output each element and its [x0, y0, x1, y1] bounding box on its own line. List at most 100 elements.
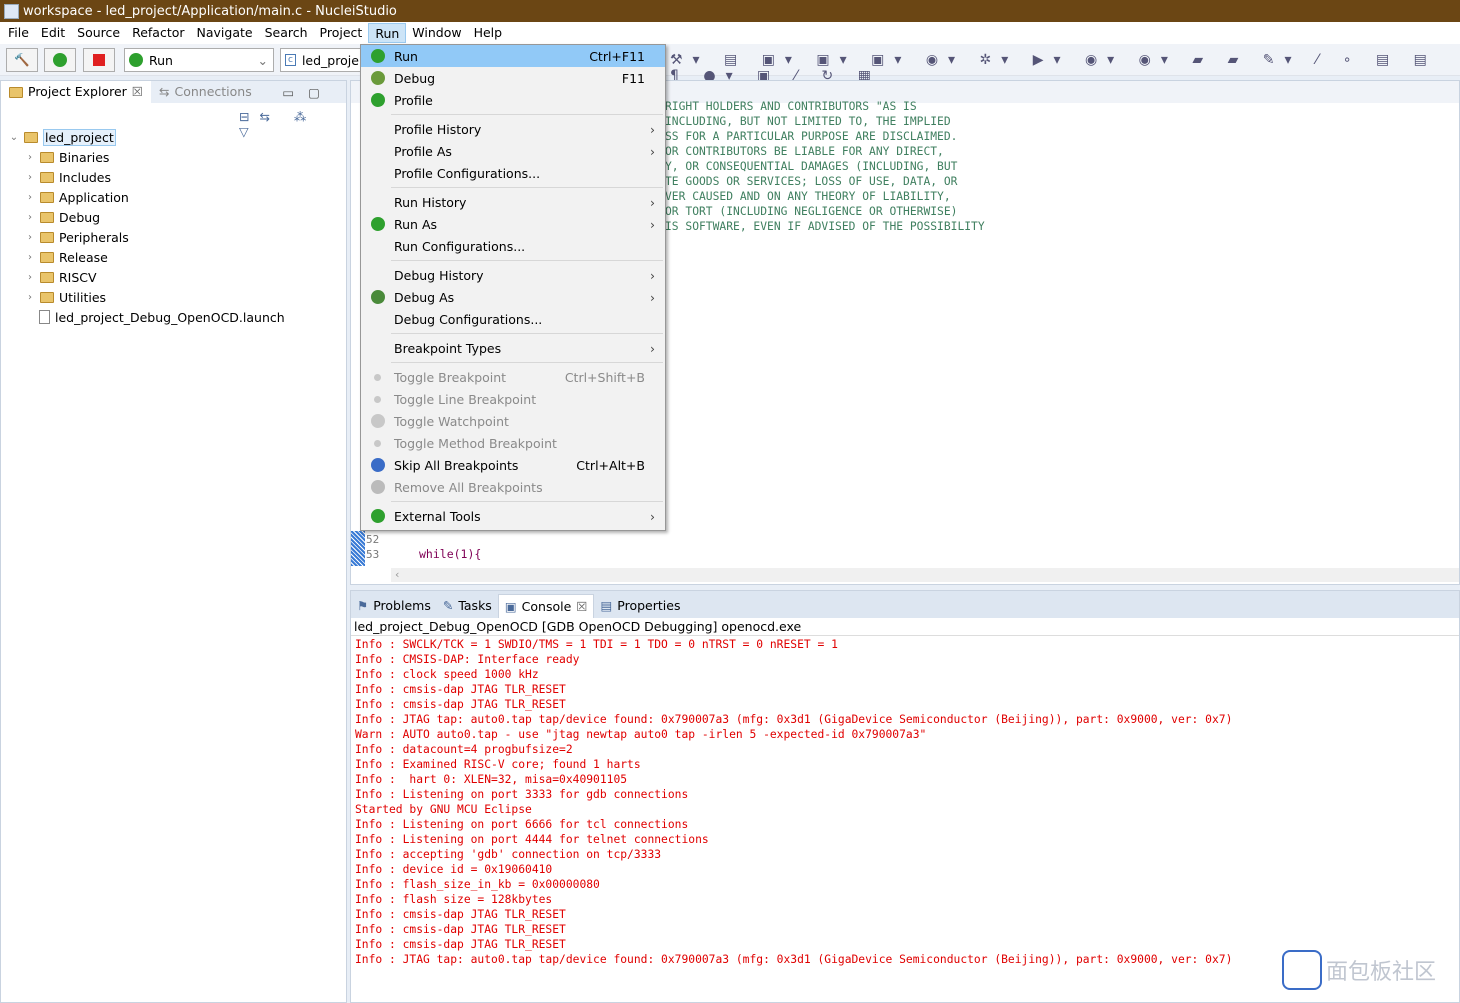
- tab-project-explorer[interactable]: Project Explorer ☒: [1, 81, 152, 103]
- menu-item-skip-all-breakpoints[interactable]: Skip All Breakpoints Ctrl+Alt+B: [361, 454, 665, 476]
- menu-item-toggle-method-breakpoint[interactable]: Toggle Method Breakpoint: [361, 432, 665, 454]
- menu-item-debug-as[interactable]: Debug As ›: [361, 286, 665, 308]
- menu-item-toggle-breakpoint[interactable]: Toggle Breakpoint Ctrl+Shift+B: [361, 366, 665, 388]
- project-folder-icon: [24, 131, 38, 143]
- tree-item-label: led_project: [43, 128, 116, 146]
- chevron-right-icon[interactable]: ›: [25, 292, 35, 303]
- tree-item-launch-file[interactable]: led_project_Debug_OpenOCD.launch: [1, 307, 346, 327]
- console-line: Info : cmsis-dap JTAG TLR_RESET: [355, 683, 566, 696]
- menu-item-label: Profile As: [394, 143, 452, 159]
- comment-line: OR CONTRIBUTORS BE LIABLE FOR ANY DIRECT…: [665, 145, 944, 158]
- chevron-down-icon[interactable]: ⌄: [9, 132, 19, 143]
- chevron-right-icon[interactable]: ›: [25, 192, 35, 203]
- launch-config-select[interactable]: c led_proje: [280, 48, 370, 72]
- chevron-right-icon[interactable]: ›: [25, 232, 35, 243]
- close-icon[interactable]: ☒: [576, 595, 587, 619]
- close-icon[interactable]: ☒: [132, 81, 143, 103]
- console-output[interactable]: Info : SWCLK/TCK = 1 SWDIO/TMS = 1 TDI =…: [351, 636, 1459, 967]
- chevron-right-icon[interactable]: ›: [25, 252, 35, 263]
- menu-item-toggle-line-breakpoint[interactable]: Toggle Line Breakpoint: [361, 388, 665, 410]
- tab-properties[interactable]: ▤ Properties: [594, 594, 686, 618]
- menu-icon-slot: [361, 217, 394, 231]
- menu-source[interactable]: Source: [71, 23, 126, 43]
- menu-item-breakpoint-types[interactable]: Breakpoint Types ›: [361, 337, 665, 359]
- chevron-right-icon[interactable]: ›: [25, 212, 35, 223]
- console-line: Info : JTAG tap: auto0.tap tap/device fo…: [355, 713, 1233, 726]
- menu-window[interactable]: Window: [406, 23, 467, 43]
- menu-item-run-configurations[interactable]: Run Configurations...: [361, 235, 665, 257]
- menu-item-run[interactable]: Run Ctrl+F11: [361, 45, 665, 67]
- menu-help[interactable]: Help: [468, 23, 509, 43]
- menu-separator: [391, 362, 663, 363]
- connections-icon: ⇆: [159, 84, 170, 99]
- tree-item-led-project[interactable]: ⌄ led_project: [1, 127, 346, 147]
- tree-item-peripherals[interactable]: › Peripherals: [1, 227, 346, 247]
- menu-item-toggle-watchpoint[interactable]: Toggle Watchpoint: [361, 410, 665, 432]
- menu-item-label: Breakpoint Types: [394, 340, 502, 356]
- tab-connections[interactable]: ⇆ Connections: [151, 81, 260, 103]
- tab-label: Tasks: [458, 598, 492, 613]
- chevron-right-icon: ›: [650, 194, 655, 210]
- console-line: Info : Listening on port 4444 for telnet…: [355, 833, 709, 846]
- tree-item-label: Release: [59, 249, 108, 265]
- menu-item-profile-configurations[interactable]: Profile Configurations...: [361, 162, 665, 184]
- menu-search[interactable]: Search: [259, 23, 314, 43]
- menu-item-label: External Tools: [394, 508, 481, 524]
- menu-item-run-history[interactable]: Run History ›: [361, 191, 665, 213]
- launch-mode-select[interactable]: Run ⌄: [124, 48, 274, 72]
- menu-item-remove-all-breakpoints[interactable]: Remove All Breakpoints: [361, 476, 665, 498]
- menu-refactor[interactable]: Refactor: [126, 23, 190, 43]
- panel-window-controls[interactable]: ▭▢: [282, 85, 334, 100]
- app-logo-icon: [4, 3, 19, 19]
- menu-item-label: Debug: [394, 70, 436, 86]
- remove-breakpoints-icon: [370, 480, 385, 494]
- menu-item-profile[interactable]: Profile: [361, 89, 665, 111]
- menu-icon-slot: [361, 395, 394, 403]
- horizontal-scrollbar[interactable]: ‹: [391, 568, 1459, 582]
- tree-item-debug[interactable]: › Debug: [1, 207, 346, 227]
- tree-item-binaries[interactable]: › Binaries: [1, 147, 346, 167]
- menu-separator: [391, 114, 663, 115]
- console-line: Info : cmsis-dap JTAG TLR_RESET: [355, 923, 566, 936]
- chevron-right-icon[interactable]: ›: [25, 272, 35, 283]
- chevron-right-icon: ›: [650, 508, 655, 524]
- play-icon: [129, 53, 143, 67]
- menu-item-label: Run Configurations...: [394, 238, 526, 254]
- problems-icon: ⚑: [357, 598, 369, 613]
- menu-run[interactable]: Run: [368, 23, 407, 43]
- tree-item-includes[interactable]: › Includes: [1, 167, 346, 187]
- console-panel: ⚑ Problems ✎ Tasks ▣ Console ☒ ▤ Properties led_…: [350, 590, 1460, 1003]
- launch-button[interactable]: [44, 48, 76, 72]
- stop-button[interactable]: [83, 48, 115, 72]
- play-icon: [53, 53, 67, 67]
- menu-file[interactable]: File: [2, 23, 35, 43]
- menu-item-debug-history[interactable]: Debug History ›: [361, 264, 665, 286]
- menu-edit[interactable]: Edit: [35, 23, 71, 43]
- tree-item-application[interactable]: › Application: [1, 187, 346, 207]
- watermark-logo: [1282, 950, 1322, 990]
- chevron-right-icon[interactable]: ›: [25, 152, 35, 163]
- console-line: Info : CMSIS-DAP: Interface ready: [355, 653, 580, 666]
- menu-item-profile-as[interactable]: Profile As ›: [361, 140, 665, 162]
- tab-console[interactable]: ▣ Console ☒: [497, 594, 595, 619]
- menu-item-debug[interactable]: Debug F11: [361, 67, 665, 89]
- menu-item-external-tools[interactable]: External Tools ›: [361, 505, 665, 527]
- chevron-right-icon[interactable]: ›: [25, 172, 35, 183]
- build-button[interactable]: 🔨: [6, 48, 38, 72]
- menu-navigate[interactable]: Navigate: [191, 23, 259, 43]
- line-number: 52: [366, 533, 380, 546]
- folder-icon: [40, 151, 54, 163]
- tree-item-riscv[interactable]: › RISCV: [1, 267, 346, 287]
- comment-line: Y, OR CONSEQUENTIAL DAMAGES (INCLUDING, …: [665, 160, 958, 173]
- menu-item-profile-history[interactable]: Profile History ›: [361, 118, 665, 140]
- tab-problems[interactable]: ⚑ Problems: [351, 594, 437, 618]
- menu-item-label: Remove All Breakpoints: [394, 479, 543, 495]
- menu-project[interactable]: Project: [314, 23, 369, 43]
- tab-tasks[interactable]: ✎ Tasks: [437, 594, 498, 618]
- menu-item-label: Run History: [394, 194, 467, 210]
- menu-item-run-as[interactable]: Run As ›: [361, 213, 665, 235]
- tree-item-release[interactable]: › Release: [1, 247, 346, 267]
- menu-item-debug-configurations[interactable]: Debug Configurations...: [361, 308, 665, 330]
- license-comment: RIGHT HOLDERS AND CONTRIBUTORS "AS IS INC…: [665, 99, 985, 234]
- tree-item-utilities[interactable]: › Utilities: [1, 287, 346, 307]
